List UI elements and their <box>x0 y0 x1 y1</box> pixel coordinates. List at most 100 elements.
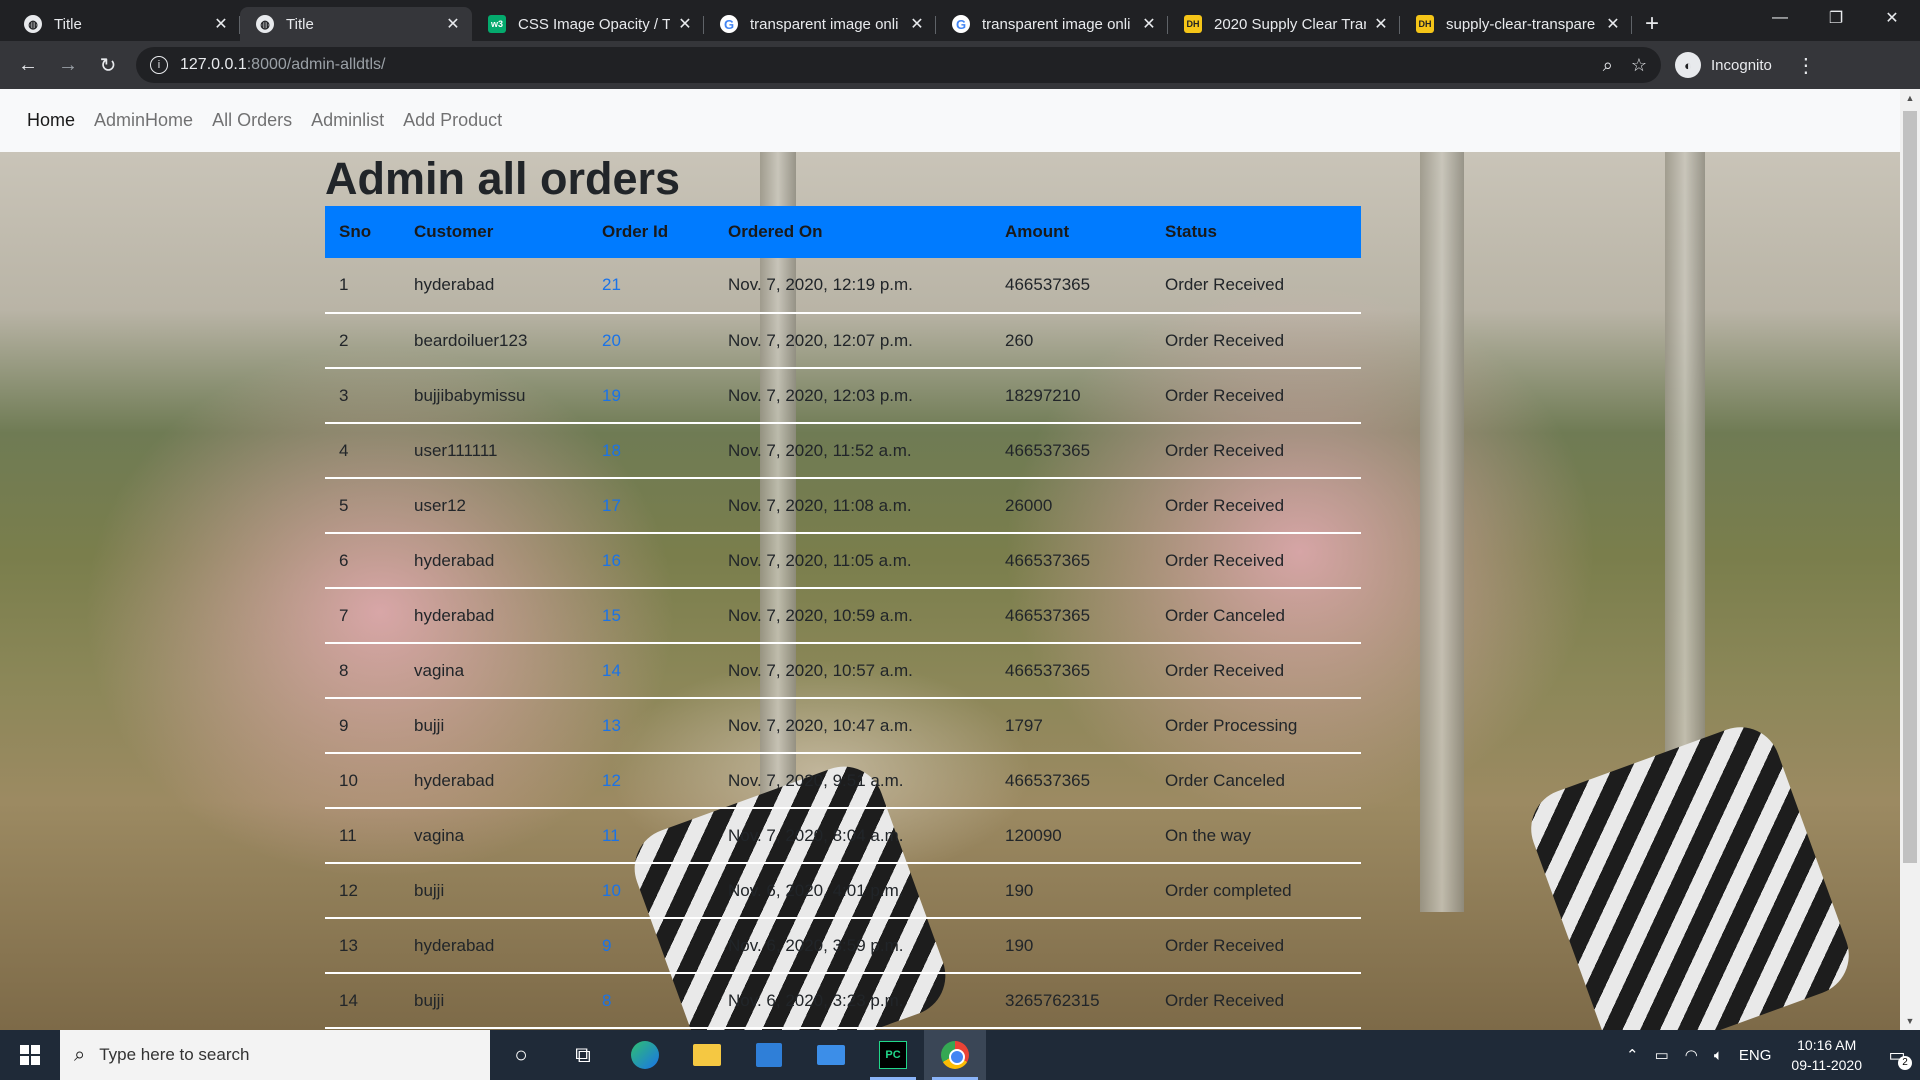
order-id-link[interactable]: 19 <box>588 368 714 424</box>
close-tab-icon[interactable]: ✕ <box>444 14 462 34</box>
tab-title: transparent image onli <box>982 15 1131 33</box>
edge-app[interactable] <box>614 1030 676 1080</box>
pycharm-icon: PC <box>879 1041 907 1069</box>
order-id-link[interactable]: 20 <box>588 313 714 369</box>
close-tab-icon[interactable]: ✕ <box>212 14 230 34</box>
wifi-icon[interactable]: ◠ <box>1685 1046 1698 1064</box>
cortana-icon[interactable]: ○ <box>490 1030 552 1080</box>
bookmark-star-icon[interactable]: ☆ <box>1631 55 1647 76</box>
w3schools-icon: w3 <box>488 15 506 33</box>
clock[interactable]: 10:16 AM 09-11-2020 <box>1791 1035 1862 1075</box>
windows-logo-icon <box>20 1045 40 1065</box>
nav-all-orders-link[interactable]: All Orders <box>212 110 292 131</box>
notification-center-icon[interactable]: ▭ 2 <box>1874 1030 1920 1080</box>
cell-amount: 260 <box>991 313 1151 369</box>
order-id-link[interactable]: 18 <box>588 423 714 479</box>
scroll-up-icon[interactable]: ▲ <box>1900 93 1920 103</box>
cell-customer: beardoiluer123 <box>400 313 588 369</box>
order-id-link[interactable]: 14 <box>588 643 714 699</box>
cell-amount: 466537365 <box>991 753 1151 809</box>
volume-icon[interactable]: 🔈︎ <box>1714 1047 1723 1064</box>
browser-tab[interactable]: G transparent image onli ✕ <box>936 7 1168 41</box>
order-id-link[interactable]: 17 <box>588 478 714 534</box>
order-id-link[interactable]: 8 <box>588 973 714 1029</box>
orders-table: Sno Customer Order Id Ordered On Amount … <box>325 206 1361 1029</box>
close-tab-icon[interactable]: ✕ <box>676 14 694 34</box>
close-tab-icon[interactable]: ✕ <box>1140 14 1158 34</box>
forward-arrow-icon[interactable]: → <box>50 47 86 83</box>
order-id-link[interactable]: 12 <box>588 753 714 809</box>
store-app[interactable] <box>738 1030 800 1080</box>
close-window-icon[interactable]: ✕ <box>1864 0 1920 36</box>
pycharm-app[interactable]: PC <box>862 1030 924 1080</box>
language-indicator[interactable]: ENG <box>1739 1047 1772 1064</box>
order-id-link[interactable]: 9 <box>588 918 714 974</box>
nav-admin-home-link[interactable]: AdminHome <box>94 110 193 131</box>
google-icon: G <box>720 15 738 33</box>
cell-sno: 10 <box>325 753 400 809</box>
nav-home-link[interactable]: Home <box>27 110 75 131</box>
order-id-link[interactable]: 21 <box>588 258 714 314</box>
cell-customer: hyderabad <box>400 588 588 644</box>
table-row: 7 hyderabad 15 Nov. 7, 2020, 10:59 a.m. 4665… <box>325 588 1361 644</box>
file-explorer-app[interactable] <box>676 1030 738 1080</box>
battery-icon[interactable]: ▭ <box>1655 1046 1669 1064</box>
close-tab-icon[interactable]: ✕ <box>1604 14 1622 34</box>
top-navbar: Home AdminHome All Orders Adminlist Add … <box>0 89 1900 152</box>
cell-customer: hyderabad <box>400 753 588 809</box>
back-arrow-icon[interactable]: ← <box>10 47 46 83</box>
tab-strip: ◍ Title ✕ ◍ Title ✕ w3 CSS Image Opacity… <box>0 0 1920 41</box>
order-id-link[interactable]: 10 <box>588 863 714 919</box>
browser-menu-icon[interactable]: ⋮ <box>1796 53 1816 78</box>
main-content: Admin all orders Sno Customer Order Id O… <box>325 152 1361 1029</box>
column-header-customer: Customer <box>414 222 494 241</box>
mail-app[interactable] <box>800 1030 862 1080</box>
scroll-down-icon[interactable]: ▼ <box>1900 1016 1920 1026</box>
browser-tab[interactable]: DH 2020 Supply Clear Tran ✕ <box>1168 7 1400 41</box>
new-tab-button[interactable]: + <box>1632 7 1672 41</box>
order-id-link[interactable]: 16 <box>588 533 714 589</box>
cell-ordered-on: Nov. 7, 2020, 8:04 a.m. <box>714 808 991 864</box>
address-bar[interactable]: i 127.0.0.1:8000/admin-alldtls/ ⌕ ☆ <box>136 47 1661 83</box>
browser-tab[interactable]: G transparent image onli ✕ <box>704 7 936 41</box>
restore-icon[interactable]: ❐ <box>1808 0 1864 36</box>
taskbar-search-placeholder: Type here to search <box>99 1045 250 1064</box>
folder-icon <box>693 1044 721 1066</box>
cell-ordered-on: Nov. 7, 2020, 11:08 a.m. <box>714 478 991 534</box>
taskbar-search-box[interactable]: ⌕ Type here to search <box>60 1030 490 1080</box>
cell-sno: 11 <box>325 808 400 864</box>
page-scrollbar[interactable]: ▲ ▼ <box>1900 89 1920 1030</box>
nav-admin-list-link[interactable]: Adminlist <box>311 110 384 131</box>
cell-sno: 2 <box>325 313 400 369</box>
column-header-order-id: Order Id <box>602 222 669 241</box>
browser-tab[interactable]: DH supply-clear-transpare ✕ <box>1400 7 1632 41</box>
incognito-indicator[interactable]: ◐ Incognito <box>1675 52 1772 78</box>
task-view-icon[interactable]: ⧉ <box>552 1030 614 1080</box>
cell-status: Order Processing <box>1151 698 1361 754</box>
chevron-up-icon[interactable]: ⌃ <box>1626 1046 1639 1064</box>
cell-sno: 5 <box>325 478 400 534</box>
close-tab-icon[interactable]: ✕ <box>908 14 926 34</box>
nav-add-product-link[interactable]: Add Product <box>403 110 502 131</box>
table-row: 13 hyderabad 9 Nov. 6, 2020, 3:59 p.m. 190 Or… <box>325 918 1361 974</box>
edge-icon <box>631 1041 659 1069</box>
close-tab-icon[interactable]: ✕ <box>1372 14 1390 34</box>
orders-table-body: 1 hyderabad 21 Nov. 7, 2020, 12:19 p.m. 4665… <box>325 258 1361 1029</box>
chrome-app[interactable] <box>924 1030 986 1080</box>
start-button[interactable] <box>0 1030 60 1080</box>
reload-icon[interactable]: ↻ <box>90 47 126 83</box>
browser-tab[interactable]: w3 CSS Image Opacity / Tr ✕ <box>472 7 704 41</box>
cell-customer: hyderabad <box>400 533 588 589</box>
scrollbar-thumb[interactable] <box>1903 111 1917 863</box>
order-id-link[interactable]: 13 <box>588 698 714 754</box>
order-id-link[interactable]: 11 <box>588 808 714 864</box>
search-icon: ⌕ <box>74 1043 86 1066</box>
browser-tab[interactable]: ◍ Title ✕ <box>8 7 240 41</box>
browser-tab-active[interactable]: ◍ Title ✕ <box>240 7 472 41</box>
minimize-icon[interactable]: — <box>1752 0 1808 36</box>
order-id-link[interactable]: 15 <box>588 588 714 644</box>
info-icon[interactable]: i <box>150 56 168 74</box>
zoom-icon[interactable]: ⌕ <box>1603 55 1613 76</box>
cell-ordered-on: Nov. 7, 2020, 10:59 a.m. <box>714 588 991 644</box>
mail-icon <box>817 1045 845 1065</box>
